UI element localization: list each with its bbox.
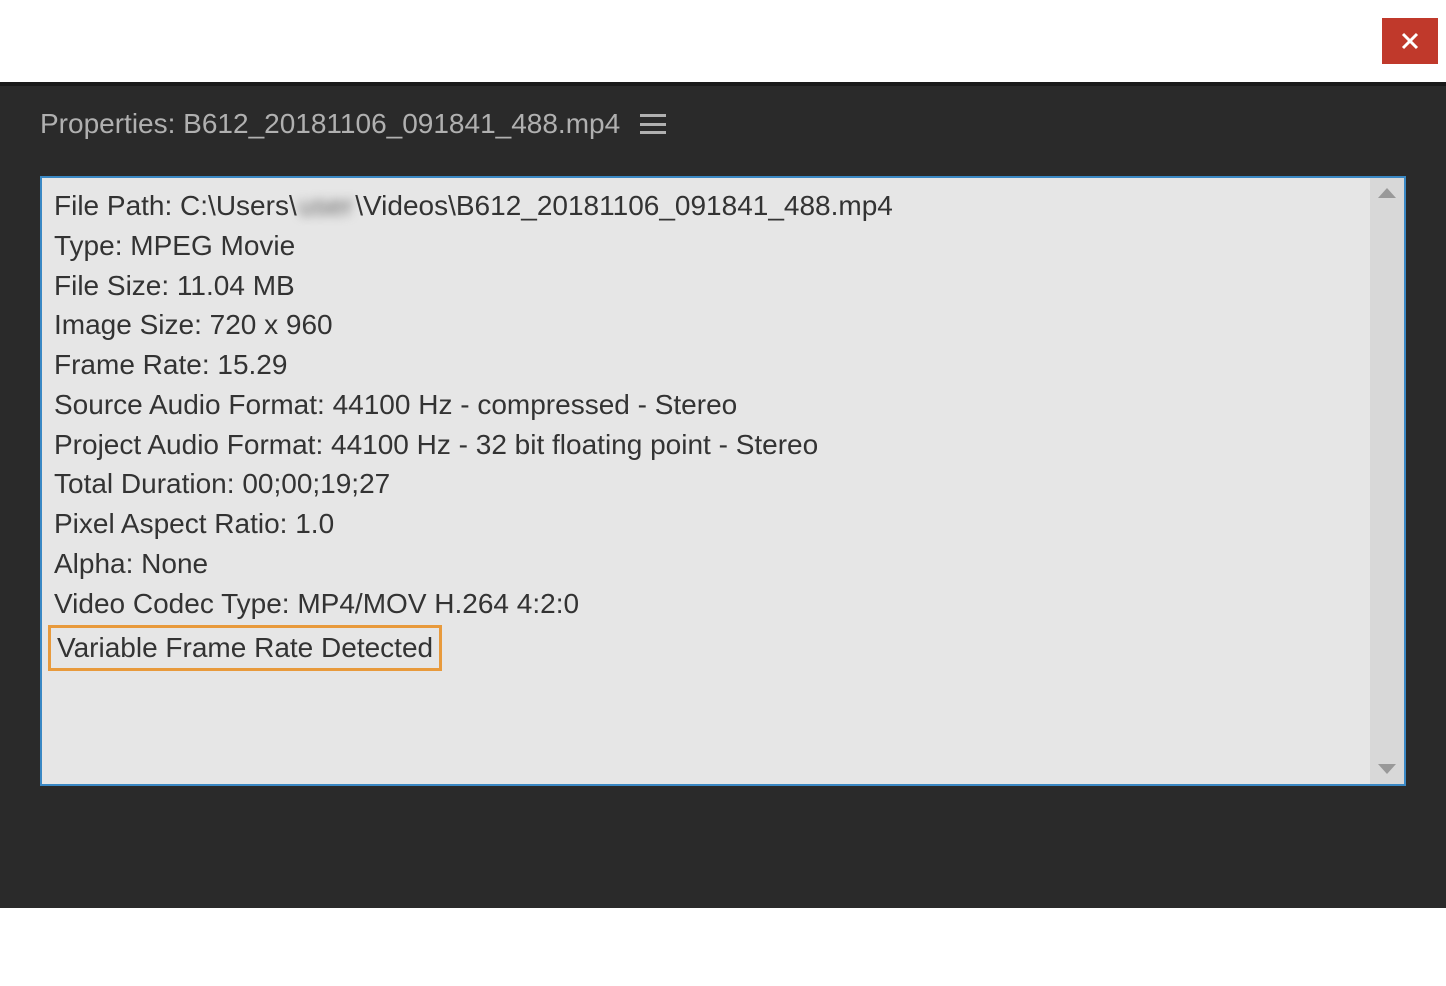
pixel-aspect-line: Pixel Aspect Ratio: 1.0 <box>54 504 1358 544</box>
panel-header: Properties: B612_20181106_091841_488.mp4 <box>0 86 1446 176</box>
title-filename: B612_20181106_091841_488.mp4 <box>183 108 620 139</box>
scrollbar[interactable] <box>1370 178 1404 784</box>
properties-content: File Path: C:\Users\user\Videos\B612_201… <box>40 176 1406 786</box>
vfr-highlight: Variable Frame Rate Detected <box>48 625 442 671</box>
duration-line: Total Duration: 00;00;19;27 <box>54 464 1358 504</box>
frame-rate-line: Frame Rate: 15.29 <box>54 345 1358 385</box>
codec-line: Video Codec Type: MP4/MOV H.264 4:2:0 <box>54 584 1358 624</box>
lower-whitespace <box>0 908 1446 986</box>
close-button[interactable] <box>1382 18 1438 64</box>
file-path-line: File Path: C:\Users\user\Videos\B612_201… <box>54 186 1358 226</box>
source-audio-line: Source Audio Format: 44100 Hz - compress… <box>54 385 1358 425</box>
close-icon <box>1400 31 1420 51</box>
properties-panel: Properties: B612_20181106_091841_488.mp4… <box>0 86 1446 986</box>
project-audio-line: Project Audio Format: 44100 Hz - 32 bit … <box>54 425 1358 465</box>
vfr-line: Variable Frame Rate Detected <box>54 623 1358 671</box>
file-path-user: user <box>299 186 353 226</box>
properties-text: File Path: C:\Users\user\Videos\B612_201… <box>42 178 1370 784</box>
image-size-line: Image Size: 720 x 960 <box>54 305 1358 345</box>
panel-title: Properties: B612_20181106_091841_488.mp4 <box>40 108 620 140</box>
window-top-bar <box>0 0 1446 82</box>
file-path-suffix: \Videos\B612_20181106_091841_488.mp4 <box>355 190 893 221</box>
type-line: Type: MPEG Movie <box>54 226 1358 266</box>
scroll-up-icon[interactable] <box>1378 188 1396 198</box>
alpha-line: Alpha: None <box>54 544 1358 584</box>
file-path-prefix: File Path: C:\Users\ <box>54 190 297 221</box>
scroll-down-icon[interactable] <box>1378 764 1396 774</box>
file-size-line: File Size: 11.04 MB <box>54 266 1358 306</box>
title-prefix: Properties: <box>40 108 183 139</box>
menu-icon[interactable] <box>640 114 666 134</box>
